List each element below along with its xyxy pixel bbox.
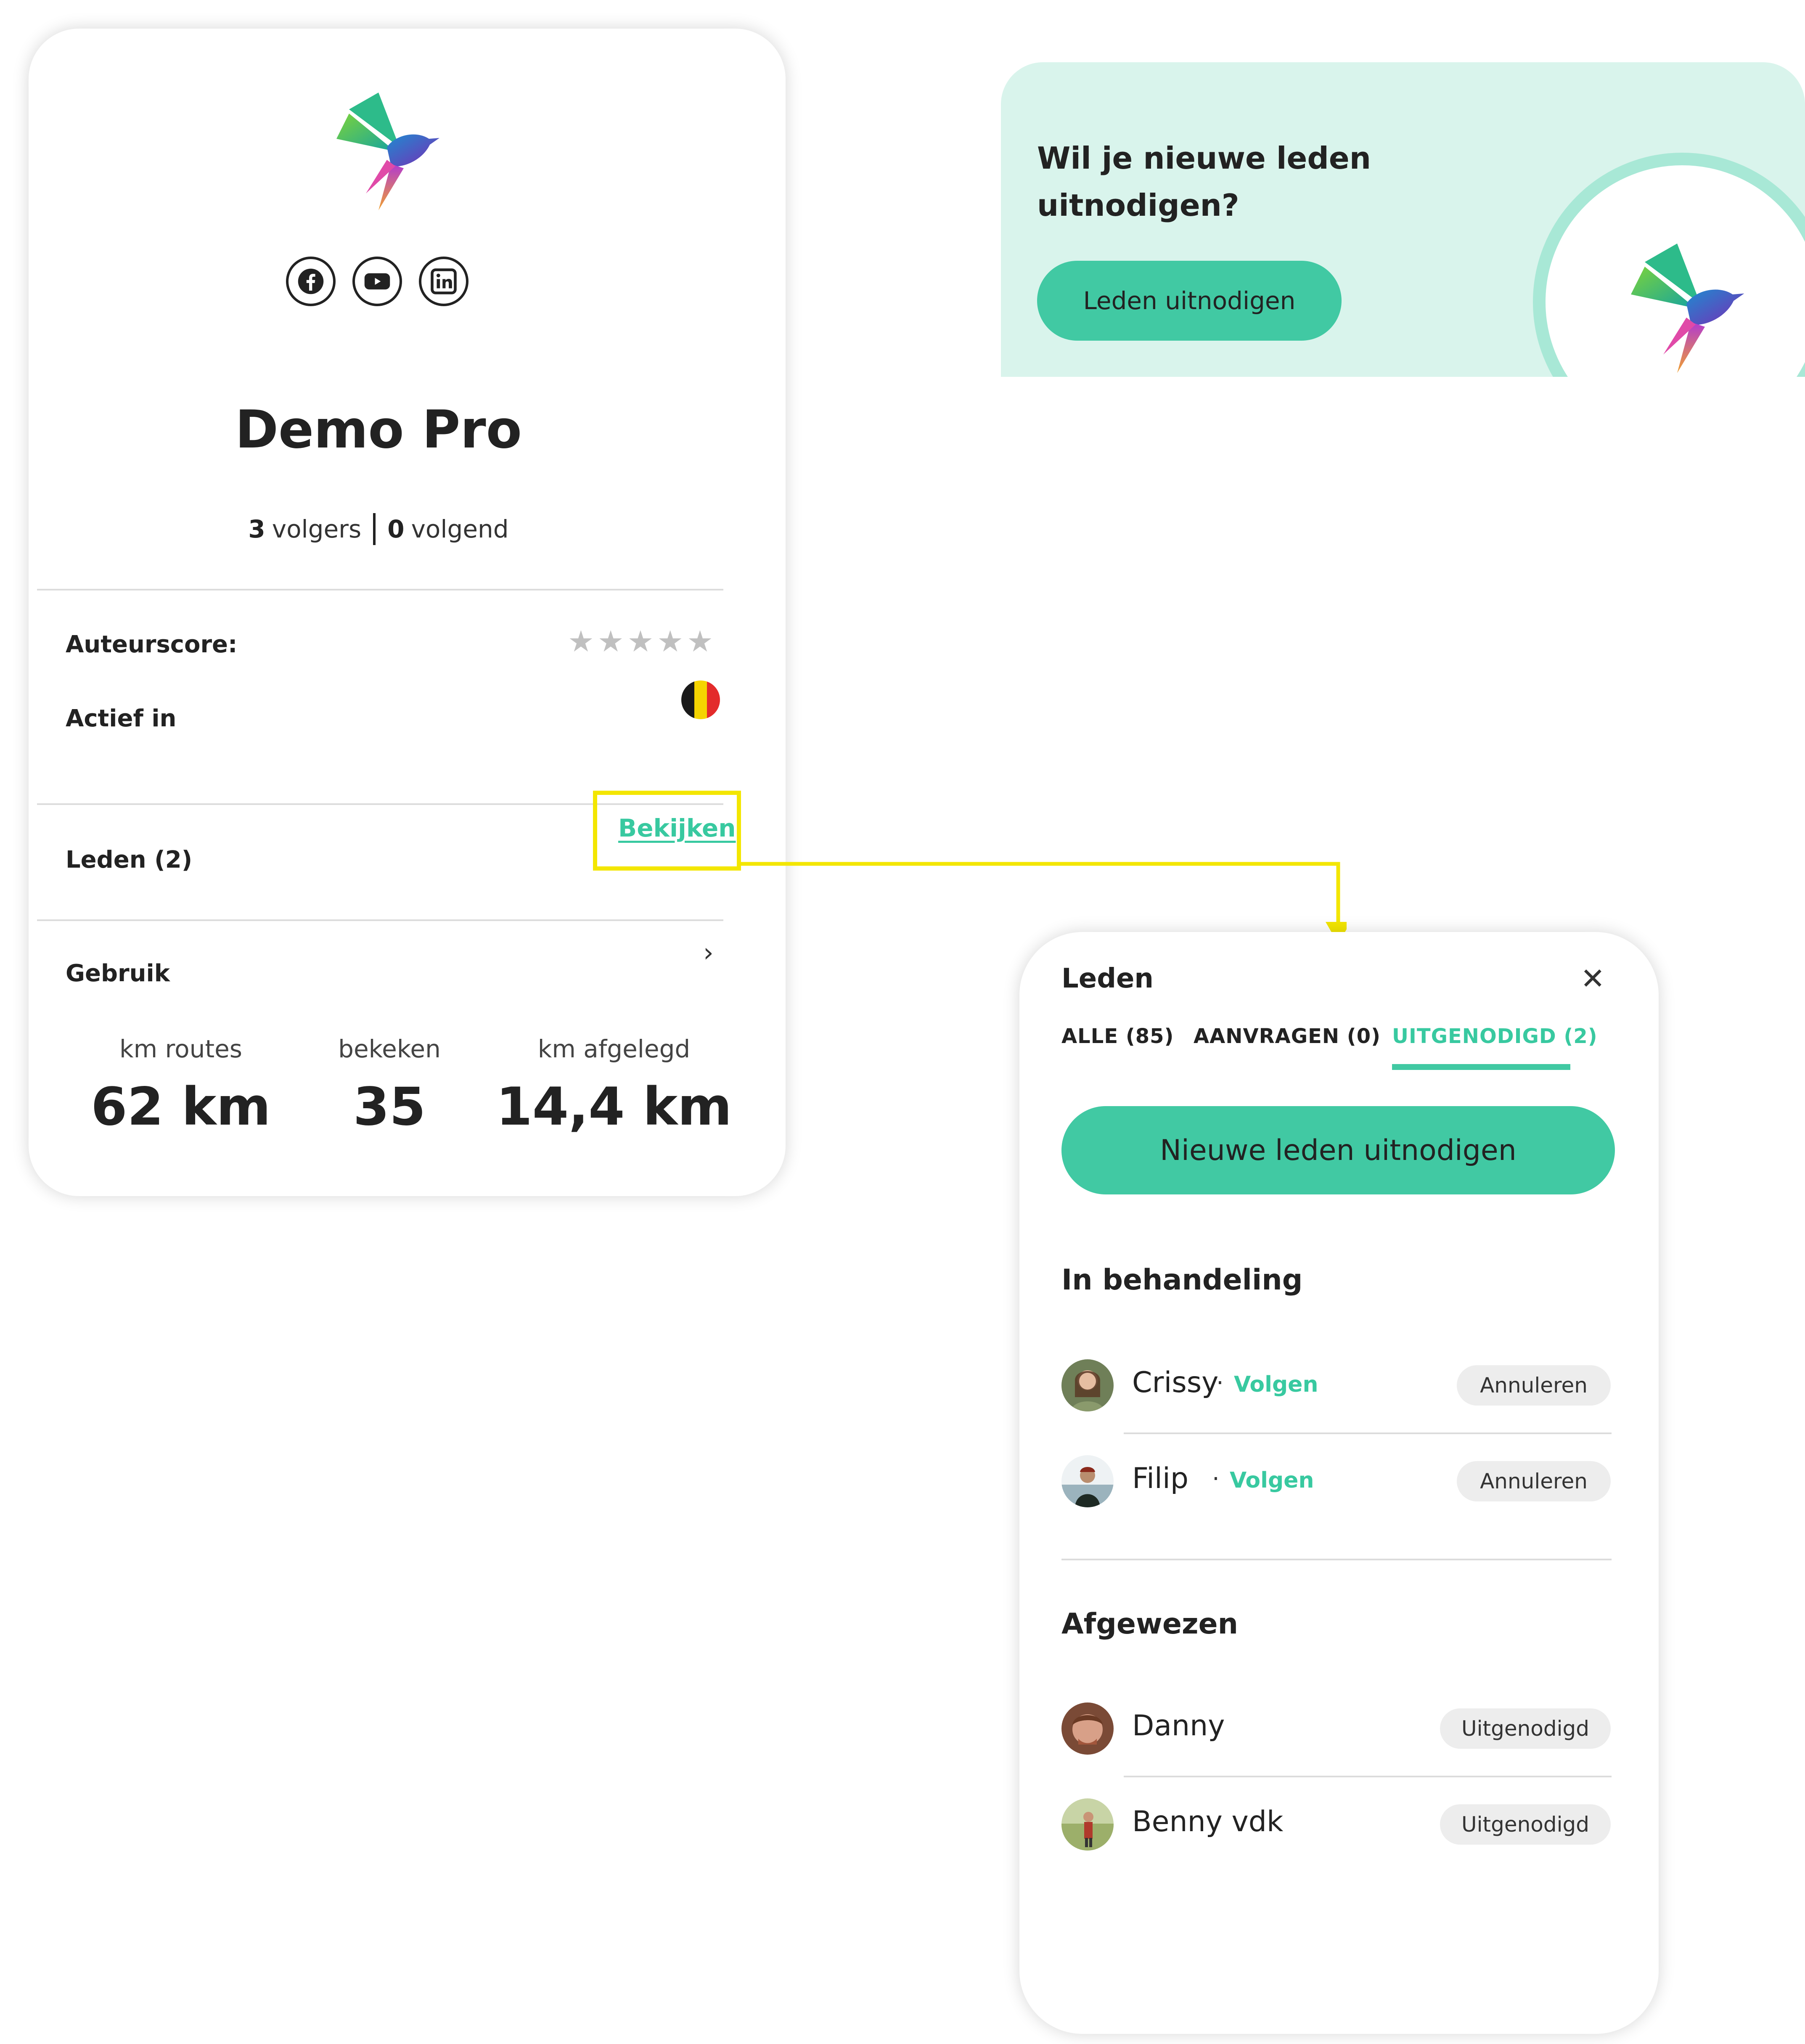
star-icon: ★ (568, 624, 594, 659)
stat-km-routes-value: 62 km (91, 1077, 271, 1137)
invited-status-badge: Uitgenodigd (1440, 1708, 1611, 1749)
active-in-label: Actief in (66, 705, 177, 732)
pending-heading: In behandeling (1061, 1263, 1303, 1297)
tab-requests[interactable]: AANVRAGEN (0) (1194, 1025, 1381, 1048)
youtube-icon[interactable] (352, 257, 402, 306)
linkedin-icon[interactable] (419, 257, 468, 306)
author-score-stars: ★ ★ ★ ★ ★ (568, 627, 713, 656)
hummingbird-logo-icon (332, 88, 442, 214)
follow-stats: 3 volgers 0 volgend (0, 513, 757, 545)
tab-all[interactable]: ALLE (85) (1061, 1025, 1174, 1048)
author-score-label: Auteurscore: (66, 631, 238, 658)
active-tab-indicator (1392, 1064, 1570, 1070)
invite-members-button[interactable]: Leden uitnodigen (1037, 261, 1342, 341)
facebook-icon[interactable] (286, 257, 336, 306)
stat-km-routes-label: km routes (119, 1035, 242, 1063)
invite-banner-title-line: Wil je nieuwe leden (1037, 140, 1371, 176)
chevron-right-icon[interactable]: › (703, 937, 714, 968)
star-icon: ★ (597, 624, 624, 659)
usage-label: Gebruik (66, 960, 170, 987)
hummingbird-logo-icon (1623, 239, 1749, 377)
profile-name: Demo Pro (235, 400, 522, 460)
panel-title: Leden (1061, 963, 1154, 994)
member-name: Crissy (1132, 1366, 1219, 1399)
divider (1124, 1776, 1612, 1777)
member-name: Danny (1132, 1709, 1225, 1742)
separator-dot: · (1212, 1465, 1220, 1493)
view-members-link[interactable]: Bekijken (618, 814, 736, 842)
followers-count: 3 (248, 515, 265, 543)
tab-invited[interactable]: UITGENODIGD (2) (1392, 1025, 1598, 1048)
stat-km-traveled-value: 14,4 km (496, 1077, 732, 1137)
members-label: Leden (2) (66, 846, 193, 874)
avatar (1061, 1455, 1114, 1507)
invite-banner-title-line: uitnodigen? (1037, 188, 1239, 223)
follow-divider (373, 513, 376, 545)
divider (1124, 1432, 1612, 1434)
followers-label[interactable]: volgers (272, 515, 362, 543)
declined-heading: Afgewezen (1061, 1607, 1239, 1641)
stat-viewed-value: 35 (353, 1077, 426, 1137)
following-label[interactable]: volgend (411, 515, 509, 543)
belgium-flag-icon (681, 680, 720, 719)
avatar (1061, 1359, 1114, 1411)
cancel-button[interactable]: Annuleren (1457, 1461, 1611, 1501)
stat-km-traveled-label: km afgelegd (537, 1035, 691, 1063)
stat-viewed-label: bekeken (338, 1035, 441, 1063)
follow-link[interactable]: Volgen (1234, 1372, 1318, 1397)
avatar (1061, 1702, 1114, 1755)
star-icon: ★ (657, 624, 684, 659)
close-icon[interactable]: ✕ (1580, 961, 1605, 996)
divider (37, 919, 723, 921)
divider (37, 589, 723, 590)
star-icon: ★ (627, 624, 654, 659)
divider (1061, 1559, 1612, 1560)
separator-dot: · (1216, 1369, 1224, 1397)
star-icon: ★ (687, 624, 713, 659)
follow-link[interactable]: Volgen (1230, 1468, 1314, 1493)
invited-status-badge: Uitgenodigd (1440, 1804, 1611, 1845)
invite-banner-title: Wil je nieuwe leden uitnodigen? (1037, 135, 1416, 229)
avatar (1061, 1798, 1114, 1851)
member-name: Filip (1132, 1462, 1189, 1495)
member-name: Benny vdk (1132, 1805, 1284, 1838)
invite-new-members-button[interactable]: Nieuwe leden uitnodigen (1061, 1106, 1615, 1194)
following-count: 0 (387, 515, 405, 543)
cancel-button[interactable]: Annuleren (1457, 1365, 1611, 1406)
social-links (286, 257, 488, 311)
